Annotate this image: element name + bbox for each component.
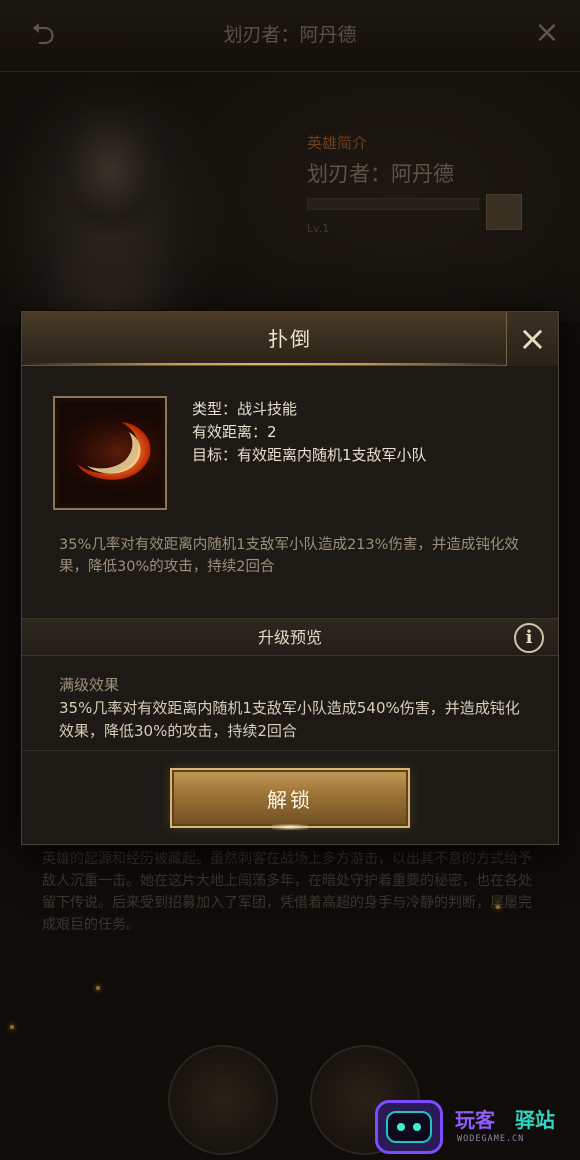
- hero-progress-bar: [307, 198, 479, 210]
- upgrade-preview-title: 升级预览: [257, 628, 322, 647]
- skill-detail-modal: 扑倒 × 类型：战斗技能 有效距离：2 目标：有效距离内随机1支敌军小队 35%…: [21, 311, 559, 845]
- unlock-button[interactable]: 解锁: [170, 768, 410, 828]
- max-level-effect: 满级效果 35%几率对有效距离内随机1支敌军小队造成540%伤害，并造成钝化效果…: [59, 674, 529, 743]
- hero-sub-label: Lv.1: [307, 222, 330, 235]
- robot-face: [386, 1111, 432, 1143]
- divider: [22, 750, 558, 751]
- watermark-text-left: 玩客: [455, 1108, 495, 1132]
- ember-particle: [496, 905, 500, 909]
- hero-action-button[interactable]: [486, 194, 522, 230]
- close-button[interactable]: ×: [506, 312, 558, 366]
- hero-portrait: [40, 110, 180, 330]
- top-nav-bar: ⮌ 划刃者：阿丹德 ×: [0, 0, 580, 72]
- hero-lore-text: 英雄的起源和经历被藏起。虽然刺客在战场上多方游击，以出其不意的方式给予敌人沉重一…: [42, 851, 532, 933]
- bottom-skill-slot-1[interactable]: [168, 1045, 278, 1155]
- crescent-slash-icon: [59, 402, 161, 504]
- skill-type: 类型：战斗技能: [192, 400, 298, 418]
- close-icon: ×: [518, 319, 547, 359]
- ember-particle: [96, 986, 100, 990]
- skill-icon-frame: [53, 396, 167, 510]
- robot-eye: [397, 1123, 405, 1131]
- watermark-url: WODEGAME.CN: [457, 1134, 525, 1144]
- skill-info: 类型：战斗技能 有效距离：2 目标：有效距离内随机1支敌军小队: [192, 398, 427, 467]
- upgrade-preview-bar: 升级预览 i: [22, 618, 558, 656]
- skill-description: 35%几率对有效距离内随机1支敌军小队造成213%伤害，并造成钝化效果，降低30…: [59, 537, 519, 575]
- modal-header: 扑倒 ×: [22, 312, 558, 366]
- ember-particle: [10, 1025, 14, 1029]
- modal-title: 扑倒: [268, 327, 312, 351]
- hero-section-title: 英雄简介: [307, 134, 368, 152]
- nav-title: 划刃者：阿丹德: [223, 24, 357, 46]
- button-glow: [272, 824, 308, 830]
- max-level-label: 满级效果: [59, 676, 120, 694]
- info-icon[interactable]: i: [514, 623, 544, 653]
- hero-name: 划刃者：阿丹德: [307, 162, 454, 186]
- robot-eye: [413, 1123, 421, 1131]
- skill-target: 目标：有效距离内随机1支敌军小队: [192, 446, 427, 464]
- max-level-text: 35%几率对有效距离内随机1支敌军小队造成540%伤害，并造成钝化效果，降低30…: [59, 699, 520, 740]
- robot-logo-icon: [375, 1100, 443, 1154]
- watermark-text-right: 驿站: [515, 1108, 555, 1132]
- skill-range: 有效距离：2: [192, 423, 277, 441]
- watermark-logo: 玩客 驿站 WODEGAME.CN: [375, 1096, 575, 1156]
- nav-close-icon[interactable]: ×: [532, 18, 562, 48]
